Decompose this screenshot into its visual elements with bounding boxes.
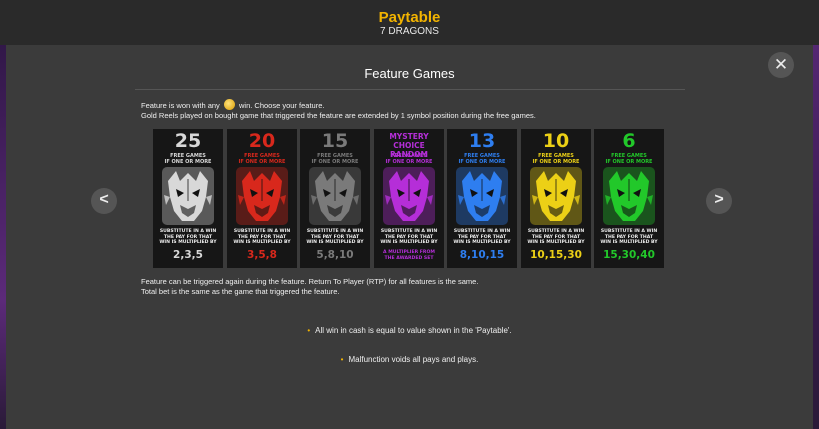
multiplier-description: SUBSTITUTE IN A WIN THE PAY FOR THAT WIN…: [453, 229, 511, 246]
rule-text: All win in cash is equal to value shown …: [315, 326, 512, 335]
condition-text: IF ONE OR MORE: [532, 159, 580, 165]
dragon-icon-purple: [383, 167, 435, 225]
condition-text: IF ONE OR MORE: [238, 159, 286, 165]
chevron-right-icon: >: [714, 191, 724, 208]
free-games-label: FREE GAMES IF ONE OR MORE: [300, 153, 370, 165]
intro-line-2: Gold Reels played on bought game that tr…: [141, 111, 536, 120]
free-games-count: 10: [542, 130, 570, 152]
condition-text: IF ONE OR MORE: [458, 159, 506, 165]
free-games-count: 20: [248, 130, 276, 152]
multiplier-values: A MULTIPLIER FROM THE AWARDED SET: [383, 250, 435, 261]
feature-card[interactable]: 25 FREE GAMES IF ONE OR MORE SUBSTITUTE IN …: [153, 129, 223, 268]
feature-card[interactable]: 20 FREE GAMES IF ONE OR MORE SUBSTITUTE IN …: [227, 129, 297, 268]
free-games-count: 15: [321, 130, 349, 152]
header: Paytable 7 DRAGONS: [0, 0, 819, 45]
rules-list: • All win in cash is equal to value shown…: [0, 326, 819, 365]
next-page-button[interactable]: >: [706, 188, 732, 214]
free-games-count: 13: [468, 130, 496, 152]
dragon-icon-blue: [456, 167, 508, 225]
feature-card[interactable]: MYSTERY CHOICE RANDOM FREE GAMES IF ONE OR…: [374, 129, 444, 268]
condition-text: IF ONE OR MORE: [311, 159, 359, 165]
feature-card[interactable]: 15 FREE GAMES IF ONE OR MORE SUBSTITUTE IN …: [300, 129, 370, 268]
feature-note-2: Total bet is the same as the game that t…: [141, 287, 340, 296]
multiplier-description: SUBSTITUTE IN A WIN THE PAY FOR THAT WIN…: [380, 229, 438, 246]
multiplier-values: 3,5,8: [247, 249, 277, 261]
rule-text: Malfunction voids all pays and plays.: [348, 355, 479, 364]
multiplier-description: SUBSTITUTE IN A WIN THE PAY FOR THAT WIN…: [527, 229, 585, 246]
intro-line-1-end: win. Choose your feature.: [238, 101, 325, 110]
condition-text: IF ONE OR MORE: [385, 159, 433, 165]
feature-cards: 25 FREE GAMES IF ONE OR MORE SUBSTITUTE IN …: [153, 129, 665, 268]
game-name: 7 DRAGONS: [380, 26, 439, 37]
coin-icon: [223, 99, 235, 110]
dragon-icon-gray: [309, 167, 361, 225]
rule-item: • All win in cash is equal to value shown…: [0, 326, 819, 336]
multiplier-description: SUBSTITUTE IN A WIN THE PAY FOR THAT WIN…: [159, 229, 217, 246]
section-title: Feature Games: [364, 66, 455, 81]
dragon-icon-green: [603, 167, 655, 225]
feature-note-1: Feature can be triggered again during th…: [141, 277, 479, 286]
rule-item: • Malfunction voids all pays and plays.: [0, 355, 819, 365]
free-games-label: FREE GAMES IF ONE OR MORE: [594, 153, 664, 165]
free-games-label: FREE GAMES IF ONE OR MORE: [447, 153, 517, 165]
free-games-label: FREE GAMES IF ONE OR MORE: [227, 153, 297, 165]
multiplier-values: 10,15,30: [530, 249, 582, 261]
multiplier-description: SUBSTITUTE IN A WIN THE PAY FOR THAT WIN…: [233, 229, 291, 246]
multiplier-values: 2,3,5: [173, 249, 203, 261]
multiplier-description: SUBSTITUTE IN A WIN THE PAY FOR THAT WIN…: [306, 229, 364, 246]
dragon-icon-red: [236, 167, 288, 225]
condition-text: IF ONE OR MORE: [605, 159, 653, 165]
bullet-icon: •: [340, 355, 344, 364]
multiplier-values: 5,8,10: [316, 249, 354, 261]
intro-line-1: Feature is won with any win. Choose your…: [141, 99, 701, 111]
dragon-icon-white: [162, 167, 214, 225]
free-games-label: FREE GAMES IF ONE OR MORE: [374, 153, 444, 165]
multiplier-values: 15,30,40: [603, 249, 655, 261]
dragon-icon-yellow: [530, 167, 582, 225]
intro-text: Feature is won with any win. Choose your…: [141, 99, 701, 121]
feature-card[interactable]: 10 FREE GAMES IF ONE OR MORE SUBSTITUTE IN …: [521, 129, 591, 268]
feature-card[interactable]: 13 FREE GAMES IF ONE OR MORE SUBSTITUTE IN …: [447, 129, 517, 268]
page-title: Paytable: [378, 9, 441, 26]
bullet-icon: •: [307, 326, 311, 335]
condition-text: IF ONE OR MORE: [164, 159, 212, 165]
intro-line-1-start: Feature is won with any: [141, 101, 220, 110]
free-games-count: 6: [622, 130, 636, 152]
multiplier-description: SUBSTITUTE IN A WIN THE PAY FOR THAT WIN…: [600, 229, 658, 246]
free-games-count: 25: [174, 130, 202, 152]
feature-card[interactable]: 6 FREE GAMES IF ONE OR MORE SUBSTITUTE IN A…: [594, 129, 664, 268]
free-games-label: FREE GAMES IF ONE OR MORE: [521, 153, 591, 165]
multiplier-values: 8,10,15: [459, 249, 505, 261]
previous-page-button[interactable]: <: [91, 188, 117, 214]
free-games-label: FREE GAMES IF ONE OR MORE: [153, 153, 223, 165]
feature-notes: Feature can be triggered again during th…: [141, 277, 701, 297]
section-divider: [135, 89, 685, 90]
chevron-left-icon: <: [99, 191, 109, 208]
